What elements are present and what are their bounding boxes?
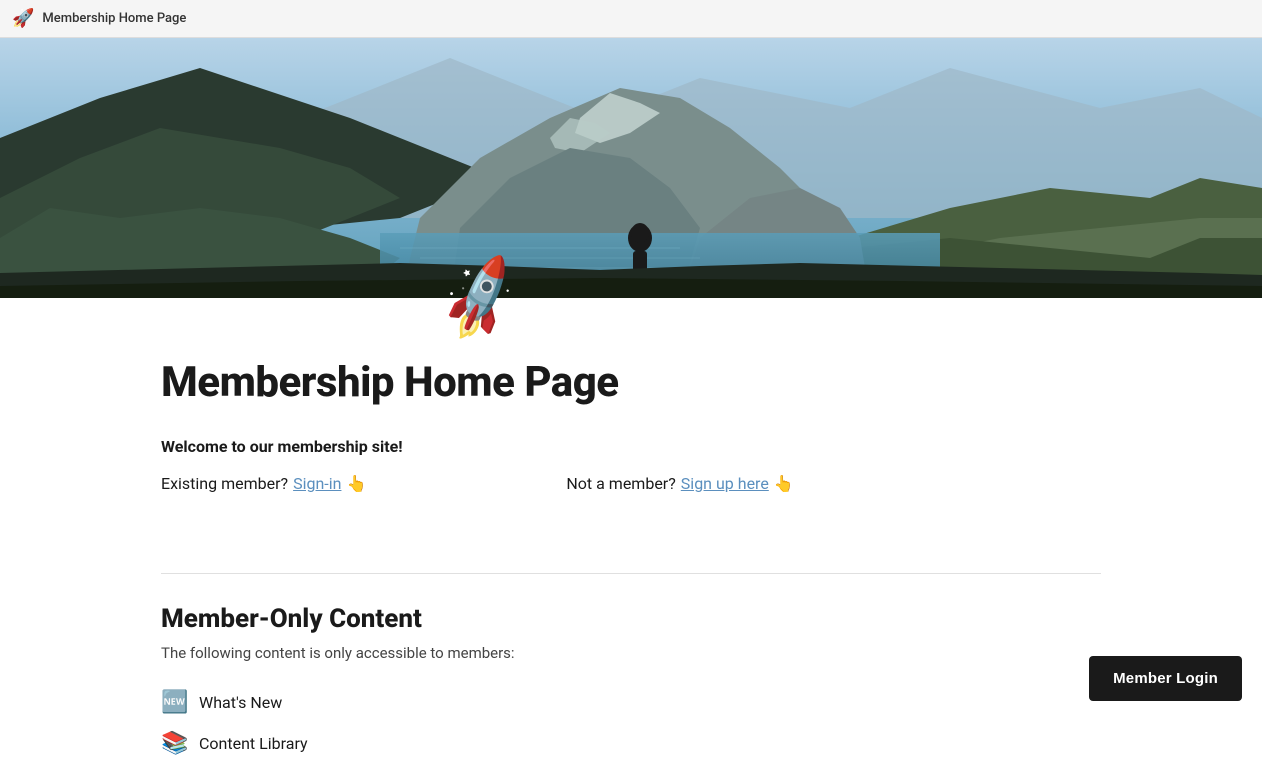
- member-links-row: Existing member? Sign-in 👆 Not a member?…: [161, 474, 1101, 493]
- signup-link[interactable]: Sign up here: [681, 474, 769, 493]
- page-title-section: Membership Home Page Welcome to our memb…: [161, 298, 1101, 573]
- signin-emoji: 👆: [346, 474, 366, 493]
- member-only-section: Member-Only Content The following conten…: [161, 604, 1101, 764]
- content-links-list: 🆕 What's New 📚 Content Library: [161, 682, 1101, 764]
- main-content-area: 🚀 Membership Home Page Welcome to our me…: [141, 298, 1121, 764]
- section-divider: [161, 573, 1101, 574]
- bottom-bar: Member Login: [1069, 644, 1262, 713]
- list-item: 🆕 What's New: [161, 682, 1101, 723]
- existing-member-group: Existing member? Sign-in 👆: [161, 474, 366, 493]
- whats-new-icon: 🆕: [161, 690, 189, 715]
- member-login-button[interactable]: Member Login: [1089, 656, 1242, 701]
- signup-emoji: 👆: [774, 474, 794, 493]
- browser-chrome-bar: 🚀 Membership Home Page: [0, 0, 1262, 38]
- content-library-icon: 📚: [161, 731, 189, 756]
- not-member-group: Not a member? Sign up here 👆: [566, 474, 793, 493]
- content-library-link[interactable]: Content Library: [199, 734, 308, 753]
- browser-favicon-icon: 🚀: [12, 8, 34, 29]
- not-member-label: Not a member?: [566, 474, 675, 493]
- list-item: 📚 Content Library: [161, 723, 1101, 764]
- page-title: Membership Home Page: [161, 358, 1101, 407]
- member-only-title: Member-Only Content: [161, 604, 1101, 634]
- welcome-text: Welcome to our membership site!: [161, 437, 1101, 456]
- hero-image: [0, 38, 1262, 298]
- browser-page-title: Membership Home Page: [42, 11, 186, 26]
- whats-new-link[interactable]: What's New: [199, 693, 282, 712]
- member-only-description: The following content is only accessible…: [161, 644, 1101, 662]
- signin-link[interactable]: Sign-in: [293, 474, 341, 493]
- existing-member-label: Existing member?: [161, 474, 288, 493]
